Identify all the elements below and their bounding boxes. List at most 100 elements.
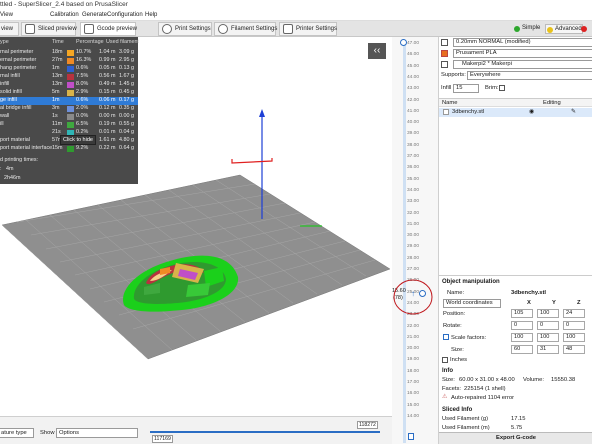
layer-slider-top-thumb[interactable]	[400, 39, 407, 46]
scale-z-field[interactable]: 100	[563, 333, 585, 342]
object-row[interactable]: 3dbenchy.stl ◉ ✎	[439, 108, 592, 117]
gear-icon	[162, 24, 172, 34]
legend-row-used-g: 1.67 g	[119, 73, 134, 79]
legend-row[interactable]: wall 1s 0.0% 0.00 m 0.00 g	[0, 113, 138, 121]
scale-x-field[interactable]: 100	[511, 333, 533, 342]
rotate-y-field[interactable]: 0	[537, 321, 559, 330]
legend-row[interactable]: rnal infill 13m 7.5% 0.56 m 1.67 g	[0, 73, 138, 81]
layer-tick-label: 21.00	[407, 334, 420, 340]
legend-row-used-m: 0.01 m	[99, 129, 116, 135]
tab-3d-view[interactable]: view	[0, 22, 19, 36]
legend-row[interactable]: ge infill 1m 0.6% 0.06 m 0.17 g	[0, 97, 138, 105]
menu-help[interactable]: Help	[145, 12, 157, 18]
menu-view[interactable]: View	[0, 12, 13, 18]
layer-slider[interactable]: 47.00 46.00 45.00 44.00 43.00 42.00 41.00 40.00…	[392, 37, 438, 444]
legend-header-percentage: Percentage	[76, 39, 104, 45]
lock-icon[interactable]	[408, 433, 414, 440]
show-options-select[interactable]: Options	[56, 428, 138, 438]
legend-row-time: 1m	[52, 65, 60, 71]
legend-row[interactable]: ernal perimeter 27m 16.3% 0.99 m 2.95 g	[0, 57, 138, 65]
rotate-z-field[interactable]: 0	[563, 321, 585, 330]
info-volume-label: Volume:	[523, 377, 544, 383]
annotation-circle	[393, 279, 433, 315]
legend-color-swatch	[67, 106, 74, 112]
eye-icon[interactable]: ◉	[529, 108, 534, 115]
edit-icon[interactable]: ✎	[571, 108, 576, 115]
info-size-label: Size:	[442, 377, 455, 383]
tab-filament-settings[interactable]: Filament Settings	[214, 22, 277, 36]
printer-icon	[441, 61, 448, 68]
legend-row-time: 13m	[52, 81, 63, 87]
legend-row[interactable]: infill 13m 8.0% 0.49 m 1.45 g	[0, 81, 138, 89]
infill-select[interactable]: 15	[453, 84, 479, 93]
brim-checkbox[interactable]	[499, 85, 505, 91]
legend-color-swatch	[67, 146, 74, 152]
tab-gcode-preview[interactable]: Gcode preview	[80, 22, 137, 36]
collapse-sidebar-button[interactable]: ‹‹	[368, 43, 386, 59]
object-list-editing-header: Editing	[543, 100, 561, 106]
print-profile-select[interactable]: 0.20mm NORMAL (modified)	[453, 38, 592, 47]
layer-tick-label: 14.00	[407, 413, 420, 419]
legend-row[interactable]: al bridge infill 3m 2.0% 0.12 m 0.35 g	[0, 105, 138, 113]
legend-row-used-m: 0.00 m	[99, 113, 116, 119]
legend-row-used-g: 0.17 g	[119, 97, 134, 103]
layer-tick-label: 20.00	[407, 346, 420, 352]
move-slider-left-value: 117169	[152, 435, 173, 443]
inches-checkbox[interactable]	[442, 357, 448, 363]
gcode-viewport[interactable]: ype Time Percentage Used filament rnal p…	[0, 37, 392, 444]
legend-row[interactable]: port material interface 15m 9.2% 0.22 m 0.64…	[0, 145, 138, 153]
legend-row-percentage: 7.5%	[76, 73, 89, 79]
info-title: Info	[442, 368, 453, 374]
info-volume-value: 15550.38	[551, 377, 576, 383]
legend-row[interactable]: solid infill 5m 2.9% 0.15 m 0.45 g	[0, 89, 138, 97]
rotate-x-field[interactable]: 0	[511, 321, 533, 330]
printer-icon	[283, 24, 293, 34]
tab-sliced-preview[interactable]: Sliced preview	[21, 22, 77, 36]
object-name-value: 3dbenchy.stl	[511, 290, 547, 296]
size-x-field[interactable]: 60	[511, 345, 533, 354]
layer-tick-label: 19.00	[407, 357, 420, 363]
legend-panel: ype Time Percentage Used filament rnal p…	[0, 37, 139, 184]
double-chevron-icon: ‹‹	[373, 45, 381, 56]
menu-calibration[interactable]: Calibration	[50, 12, 79, 18]
show-label: Show	[40, 430, 55, 436]
mode-expert[interactable]	[580, 24, 589, 34]
tab-print-settings[interactable]: Print Settings	[158, 22, 212, 36]
mode-simple[interactable]: Simple	[513, 24, 540, 34]
info-facets-label: Facets:	[442, 386, 462, 392]
legend-row-name: hang perimeter	[0, 65, 37, 71]
layer-tick-label: 22.00	[407, 323, 420, 329]
legend-row-name: ernal perimeter	[0, 57, 37, 63]
legend-row-time: 1s	[52, 113, 58, 119]
tab-printer-settings[interactable]: Printer Settings	[279, 22, 337, 36]
lock-scale-icon[interactable]	[443, 334, 449, 340]
filament-profile-select[interactable]: Prusament PLA	[453, 49, 592, 58]
legend-row-percentage: 8.0%	[76, 81, 89, 87]
scale-y-field[interactable]: 100	[537, 333, 559, 342]
position-y-field[interactable]: 100	[537, 309, 559, 318]
sliced-info-title: Sliced Info	[442, 407, 473, 413]
size-y-field[interactable]: 31	[537, 345, 559, 354]
position-z-field[interactable]: 24	[563, 309, 585, 318]
legend-row[interactable]: rnal perimeter 18m 10.7% 1.04 m 3.09 g	[0, 49, 138, 57]
layer-slider-track[interactable]	[403, 43, 406, 443]
legend-header-time: Time	[52, 39, 64, 45]
infill-label: Infill	[441, 85, 452, 91]
legend-row[interactable]: ill 11m 6.5% 0.19 m 0.55 g	[0, 121, 138, 129]
coordinates-select[interactable]: World coordinates	[443, 299, 501, 308]
filament-color-swatch[interactable]	[441, 50, 448, 57]
legend-color-swatch	[67, 50, 74, 56]
position-x-field[interactable]: 105	[511, 309, 533, 318]
printer-profile-select[interactable]: Makerpi2 * Makerpi	[453, 60, 592, 69]
menu-generate[interactable]: Generate	[82, 12, 107, 18]
legend-color-swatch	[67, 74, 74, 80]
size-z-field[interactable]: 48	[563, 345, 585, 354]
export-gcode-button[interactable]: Export G-code	[439, 432, 592, 444]
move-slider-track[interactable]	[150, 431, 380, 433]
menu-configuration[interactable]: Configuration	[107, 12, 143, 18]
feature-type-select[interactable]: ature type	[0, 428, 34, 438]
supports-select[interactable]: Everywhere	[467, 71, 592, 80]
legend-row-percentage: 6.5%	[76, 121, 89, 127]
legend-row[interactable]: hang perimeter 1m 0.6% 0.05 m 0.13 g	[0, 65, 138, 73]
mode-advanced[interactable]: Advanced	[545, 24, 583, 34]
